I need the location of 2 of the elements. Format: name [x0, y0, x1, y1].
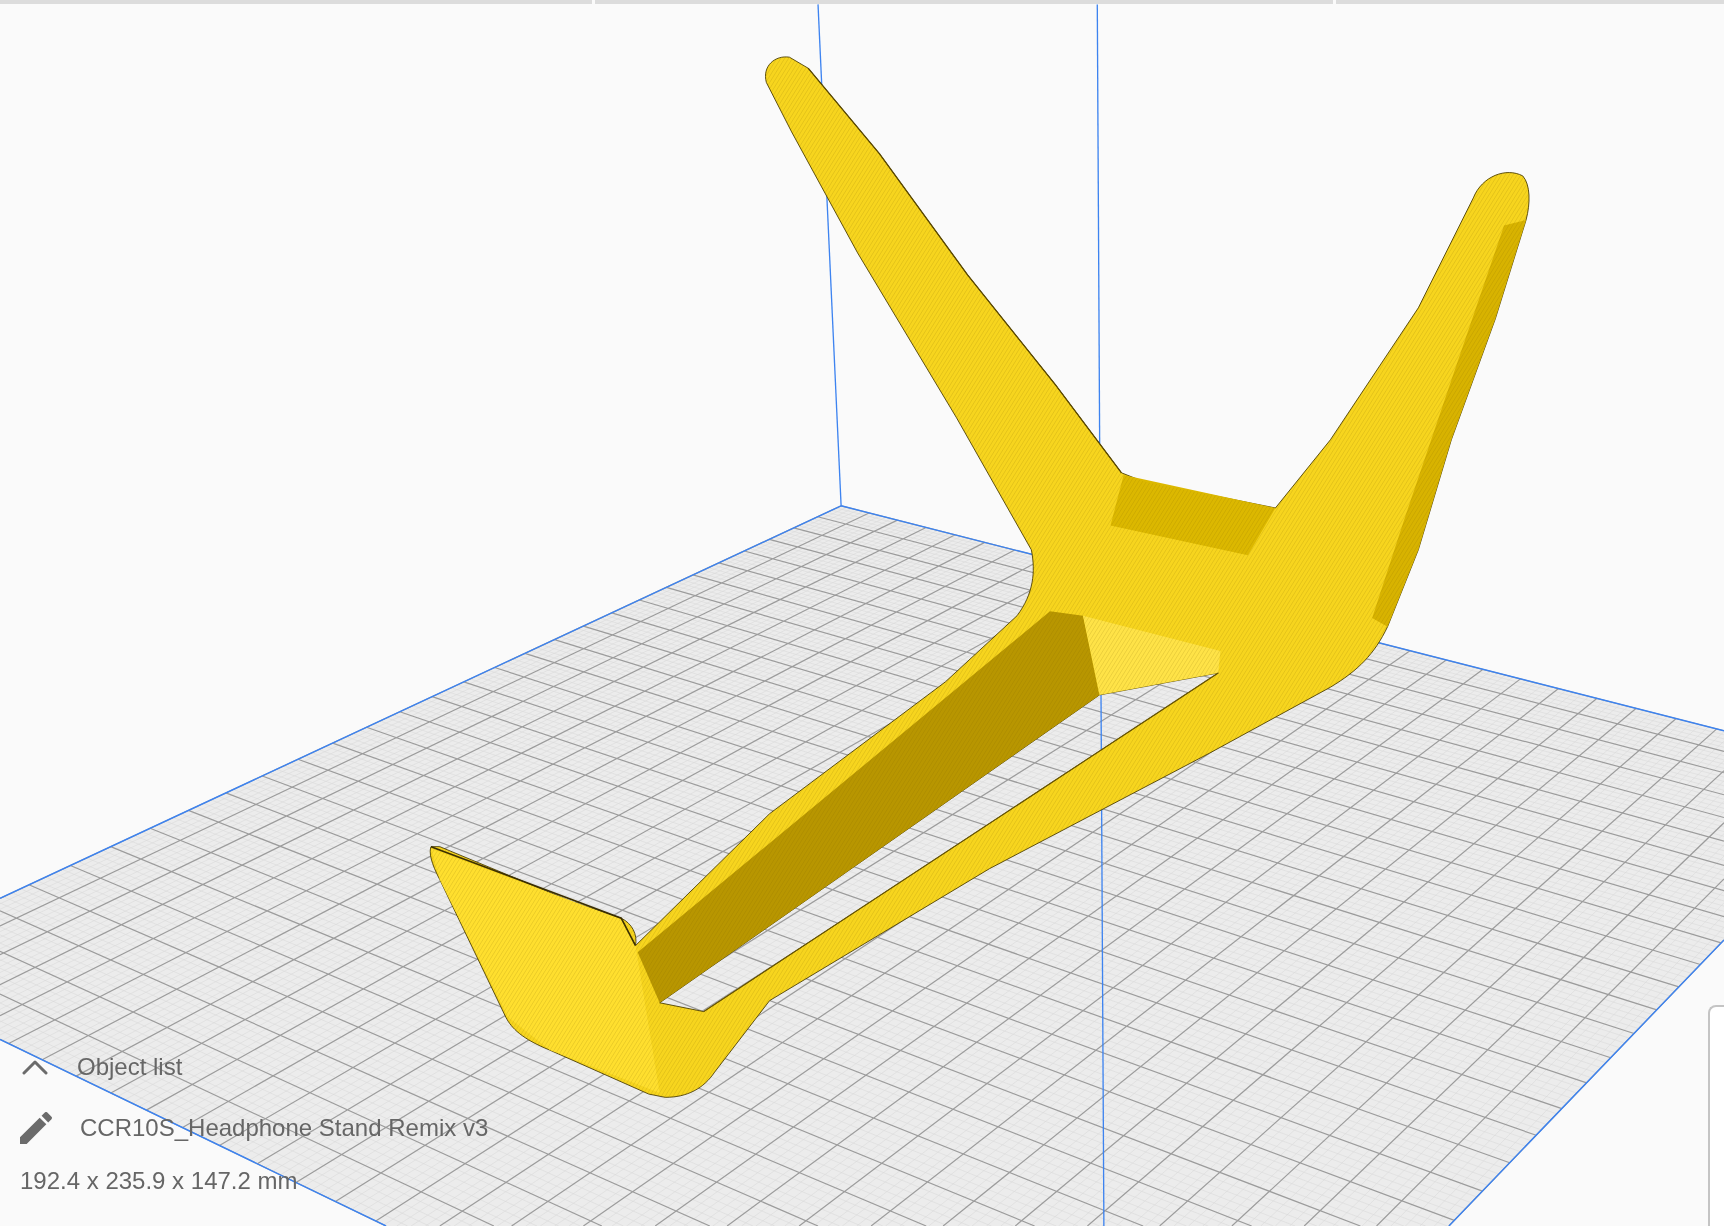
object-dimensions: 192.4 x 235.9 x 147.2 mm — [20, 1167, 298, 1195]
pencil-icon — [20, 1112, 52, 1144]
